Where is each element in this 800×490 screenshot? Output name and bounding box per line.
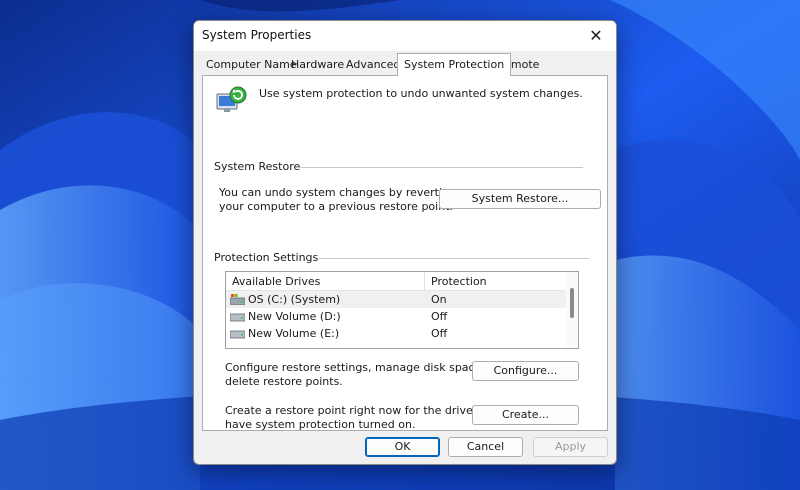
drive-row-d[interactable]: New Volume (D:) Off xyxy=(226,308,566,325)
divider xyxy=(299,167,583,168)
cancel-button[interactable]: Cancel xyxy=(448,437,523,457)
drive-name: New Volume (D:) xyxy=(248,310,341,323)
system-restore-heading: System Restore xyxy=(214,160,307,173)
tab-bar: Computer Name Hardware Advanced System P… xyxy=(194,53,616,76)
intro-text: Use system protection to undo unwanted s… xyxy=(259,87,583,100)
apply-button[interactable]: Apply xyxy=(533,437,608,457)
title-bar[interactable]: System Properties ✕ xyxy=(194,21,616,51)
system-restore-button[interactable]: System Restore... xyxy=(439,189,601,209)
list-header: Available Drives Protection xyxy=(226,272,566,291)
configure-description-line2: delete restore points. xyxy=(225,375,343,388)
drive-name: OS (C:) (System) xyxy=(248,293,341,306)
system-restore-description-line1: You can undo system changes by reverting xyxy=(219,186,456,199)
system-restore-description-line2: your computer to a previous restore poin… xyxy=(219,200,453,213)
drive-icon xyxy=(230,313,245,322)
column-header-protection[interactable]: Protection xyxy=(431,275,487,288)
column-header-drives[interactable]: Available Drives xyxy=(232,275,320,288)
drive-row-c[interactable]: OS (C:) (System) On xyxy=(226,291,566,308)
drive-icon xyxy=(230,330,245,339)
window-title: System Properties xyxy=(202,28,312,42)
divider xyxy=(319,258,589,259)
drives-list[interactable]: Available Drives Protection OS (C:) (Sys… xyxy=(225,271,579,349)
system-drive-icon xyxy=(230,294,245,305)
close-icon[interactable]: ✕ xyxy=(576,21,616,51)
create-description-line1: Create a restore point right now for the… xyxy=(225,404,505,417)
column-separator xyxy=(424,272,425,290)
system-protection-icon xyxy=(216,86,247,112)
create-description-line2: have system protection turned on. xyxy=(225,418,416,431)
drive-row-e[interactable]: New Volume (E:) Off xyxy=(226,325,566,342)
configure-button[interactable]: Configure... xyxy=(472,361,579,381)
configure-description-line1: Configure restore settings, manage disk … xyxy=(225,361,510,374)
drive-protection-status: Off xyxy=(431,310,448,323)
list-scrollbar[interactable] xyxy=(566,272,578,348)
drive-name: New Volume (E:) xyxy=(248,327,340,340)
protection-settings-heading: Protection Settings xyxy=(214,251,325,264)
system-properties-dialog: System Properties ✕ Computer Name Hardwa… xyxy=(193,20,617,465)
system-protection-panel: Use system protection to undo unwanted s… xyxy=(202,75,608,431)
scrollbar-thumb[interactable] xyxy=(570,288,574,318)
ok-button[interactable]: OK xyxy=(365,437,440,457)
drive-protection-status: On xyxy=(431,293,447,306)
drive-protection-status: Off xyxy=(431,327,448,340)
create-button[interactable]: Create... xyxy=(472,405,579,425)
tab-system-protection[interactable]: System Protection xyxy=(397,53,512,76)
